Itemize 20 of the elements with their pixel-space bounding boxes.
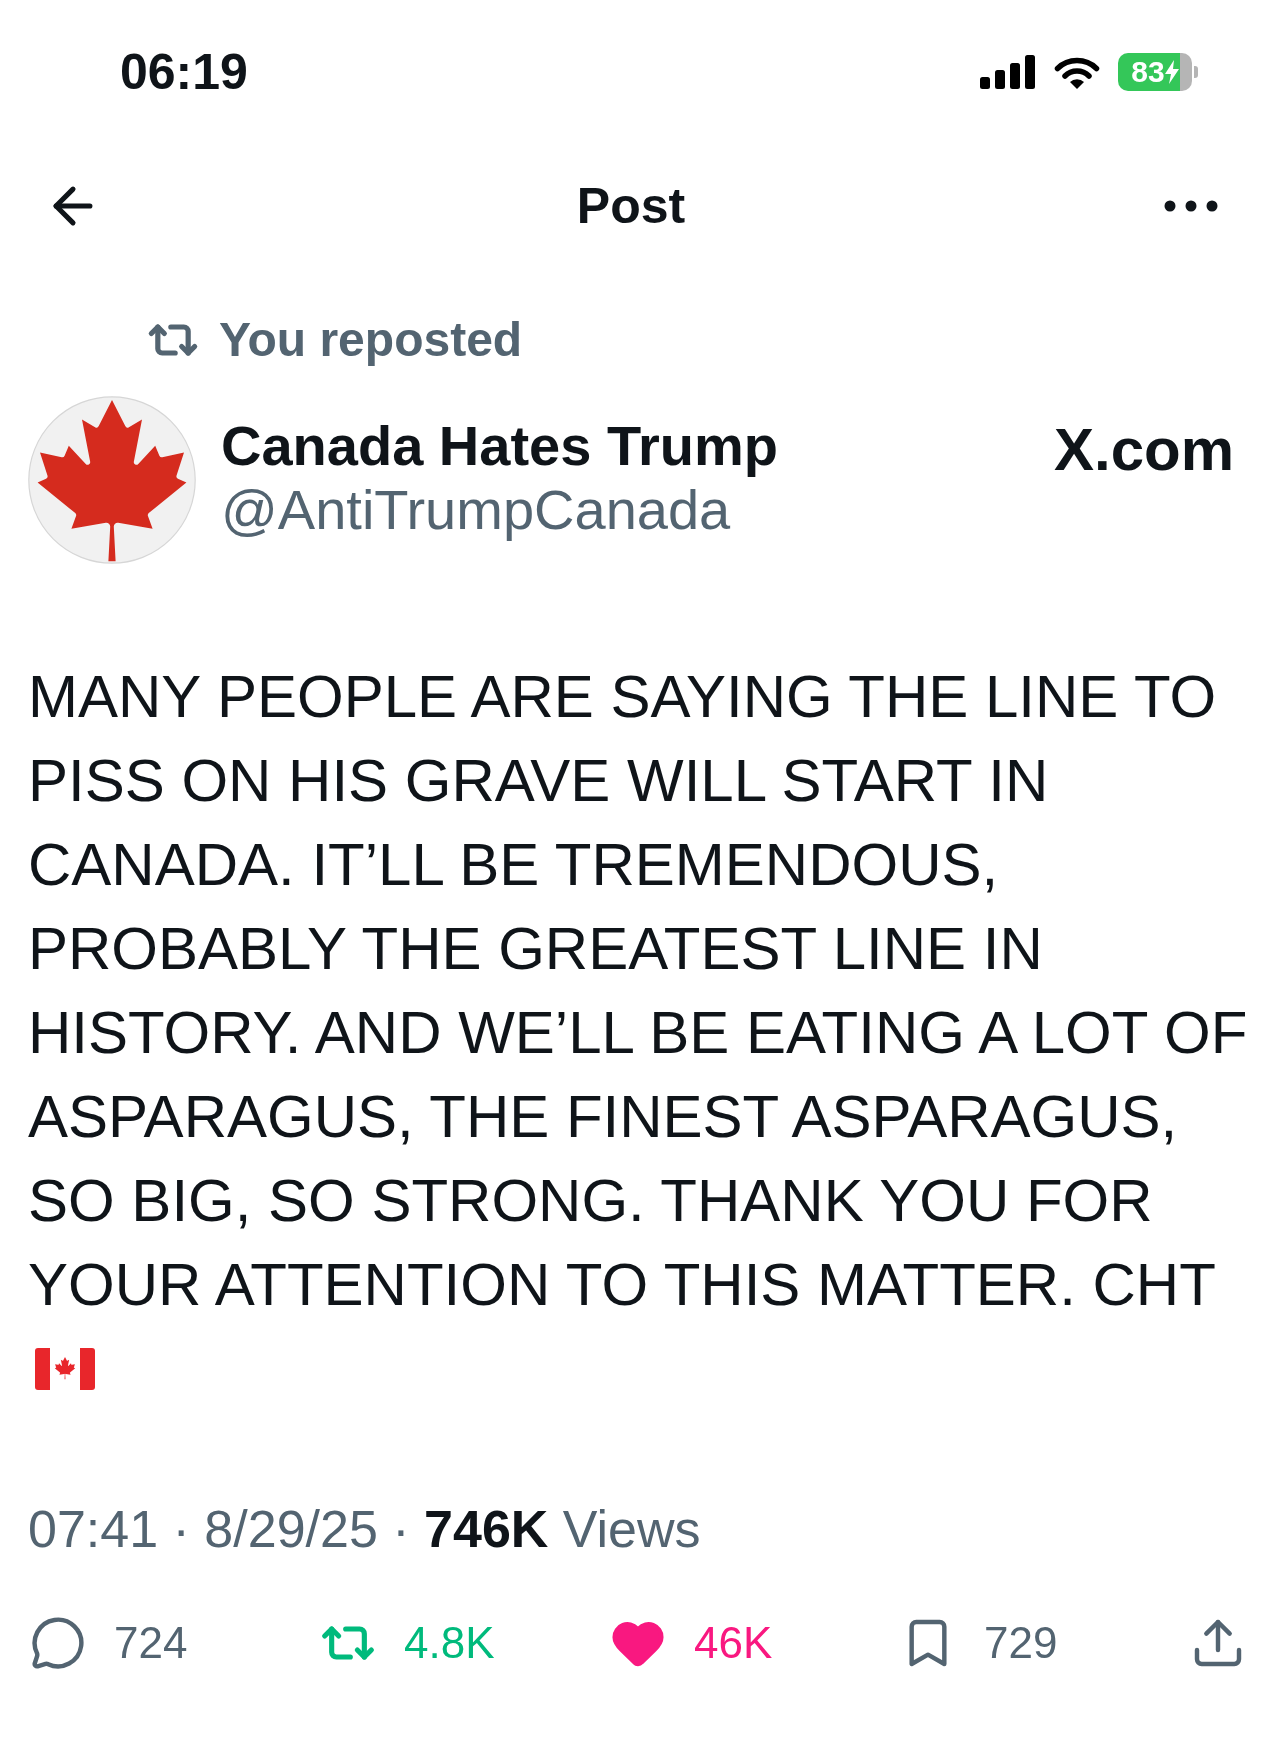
author-handle: @AntiTrumpCanada (221, 478, 732, 542)
battery-percentage: 83 (1131, 57, 1165, 87)
author-name[interactable]: Canada Hates Trump (221, 414, 779, 478)
wifi-icon (1054, 55, 1100, 89)
repost-label: You reposted (219, 316, 523, 364)
flag-icon (35, 1348, 95, 1390)
status-time: 06:19 (120, 47, 248, 97)
source-label: X.com (1053, 418, 1234, 482)
bookmark-button[interactable]: 729 (900, 1615, 1058, 1671)
like-button[interactable]: 46K (610, 1615, 773, 1671)
more-button[interactable] (1164, 200, 1218, 212)
speech-bubble-icon (30, 1615, 86, 1671)
page-title: Post (576, 181, 686, 231)
charging-bolt-icon (1164, 60, 1179, 84)
post-meta: 07:41 · 8/29/25 · 746K Views (28, 1499, 701, 1560)
reply-button[interactable]: 724 (30, 1615, 188, 1671)
avatar-image[interactable] (28, 396, 196, 564)
post-text: MANY PEOPLE ARE SAYING THE LINE TO PISS ON HIS GRAVE WILL START IN CANADA. IT’LL BE TREMENDOUS, PROBABLY THE GREATEST LINE IN HISTORY. AND WE’LL BE EATING A LOT OF ASPARAGUS, THE FINEST ASPARAGUS, SO BIG, SO STRONG. THANK YOU FOR YOUR ATTENTION TO THIS MATTER. CHT (28, 662, 1249, 1320)
signal-icon (980, 55, 1036, 89)
more-icon (1164, 200, 1218, 212)
